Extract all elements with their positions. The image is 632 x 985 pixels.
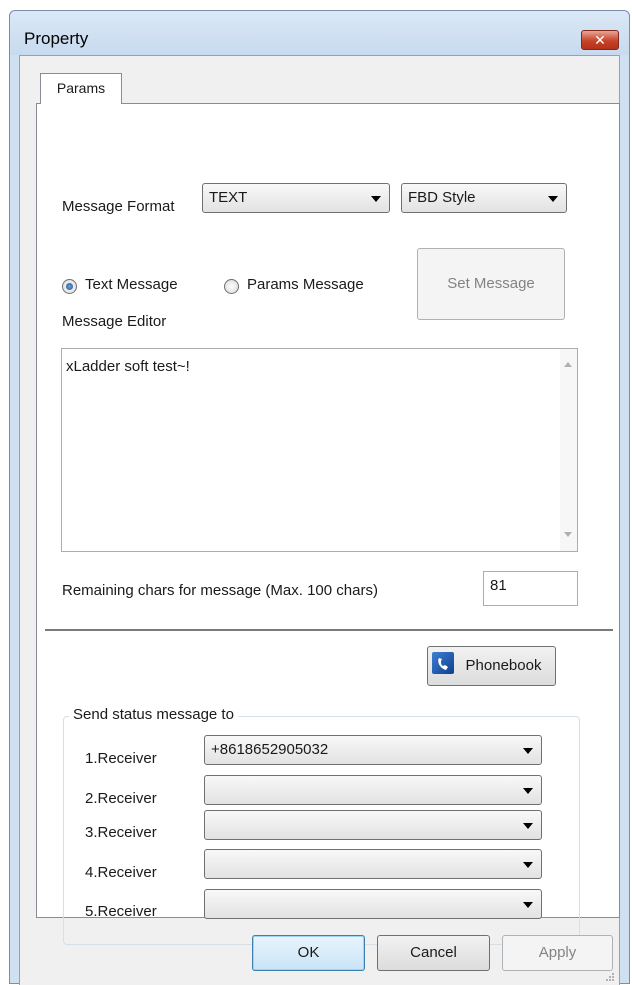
apply-button[interactable]: Apply bbox=[502, 935, 613, 971]
params-tab-page: Message Format TEXT FBD Style Text Messa… bbox=[36, 103, 620, 945]
params-message-radio[interactable] bbox=[224, 279, 239, 294]
section-separator bbox=[45, 629, 613, 631]
message-format-select[interactable]: TEXT bbox=[202, 183, 390, 213]
chevron-down-icon bbox=[371, 196, 381, 202]
params-message-label[interactable]: Params Message bbox=[247, 276, 364, 293]
scroll-down-icon[interactable] bbox=[564, 532, 572, 537]
message-editor-label: Message Editor bbox=[62, 313, 167, 330]
receiver-3-label: 3.Receiver bbox=[85, 824, 157, 841]
chevron-down-icon bbox=[523, 862, 533, 868]
phone-icon bbox=[432, 652, 454, 674]
title-bar[interactable]: Property ✕ bbox=[10, 11, 629, 55]
vertical-scrollbar[interactable] bbox=[560, 349, 577, 551]
text-message-radio[interactable] bbox=[62, 279, 77, 294]
tab-params[interactable]: Params bbox=[40, 73, 122, 104]
remaining-chars-label: Remaining chars for message (Max. 100 ch… bbox=[62, 582, 378, 599]
send-status-group-title: Send status message to bbox=[69, 706, 238, 723]
chevron-down-icon bbox=[548, 196, 558, 202]
cancel-button[interactable]: Cancel bbox=[377, 935, 490, 971]
receiver-3-select[interactable] bbox=[204, 810, 542, 840]
receiver-4-select[interactable] bbox=[204, 849, 542, 879]
set-message-button[interactable]: Set Message bbox=[417, 248, 565, 320]
ok-button[interactable]: OK bbox=[252, 935, 365, 971]
property-dialog: Property ✕ Params Message Format TEXT FB… bbox=[9, 10, 630, 985]
phonebook-label: Phonebook bbox=[465, 657, 542, 674]
remaining-chars-field: 81 bbox=[483, 571, 578, 606]
close-icon: ✕ bbox=[594, 32, 606, 48]
message-format-value: TEXT bbox=[209, 189, 248, 206]
close-button[interactable]: ✕ bbox=[581, 30, 619, 50]
chevron-down-icon bbox=[523, 788, 533, 794]
receiver-5-label: 5.Receiver bbox=[85, 903, 157, 920]
scroll-up-icon[interactable] bbox=[564, 362, 572, 367]
resize-grip-icon[interactable] bbox=[605, 972, 615, 982]
receiver-2-select[interactable] bbox=[204, 775, 542, 805]
chevron-down-icon bbox=[523, 748, 533, 754]
style-select[interactable]: FBD Style bbox=[401, 183, 567, 213]
dialog-client-area: Params Message Format TEXT FBD Style Tex… bbox=[19, 55, 620, 985]
text-message-label[interactable]: Text Message bbox=[85, 276, 178, 293]
chevron-down-icon bbox=[523, 902, 533, 908]
receiver-1-value: +8618652905032 bbox=[211, 741, 329, 758]
receiver-4-label: 4.Receiver bbox=[85, 864, 157, 881]
message-editor-text: xLadder soft test~! bbox=[66, 358, 190, 375]
receiver-2-label: 2.Receiver bbox=[85, 790, 157, 807]
remaining-chars-value: 81 bbox=[490, 577, 507, 594]
receiver-5-select[interactable] bbox=[204, 889, 542, 919]
receiver-1-select[interactable]: +8618652905032 bbox=[204, 735, 542, 765]
receiver-1-label: 1.Receiver bbox=[85, 750, 157, 767]
message-editor-textarea[interactable]: xLadder soft test~! bbox=[61, 348, 578, 552]
message-format-label: Message Format bbox=[62, 198, 175, 215]
chevron-down-icon bbox=[523, 823, 533, 829]
style-value: FBD Style bbox=[408, 189, 476, 206]
window-title: Property bbox=[24, 29, 89, 48]
phonebook-button[interactable]: Phonebook bbox=[427, 646, 556, 686]
